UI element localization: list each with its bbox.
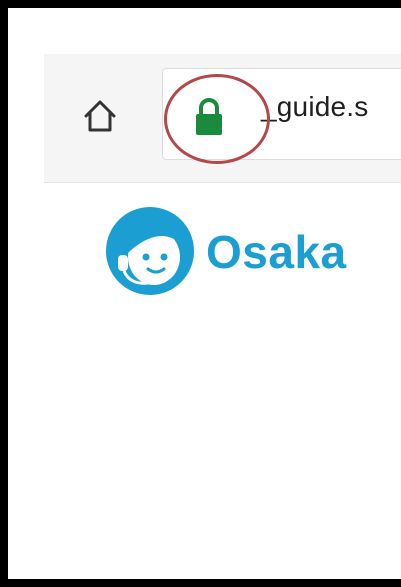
url-text[interactable]: _guide.s bbox=[261, 91, 368, 123]
browser-toolbar: _guide.s bbox=[44, 54, 401, 183]
support-agent-mascot-icon[interactable] bbox=[104, 205, 196, 297]
home-button[interactable] bbox=[76, 92, 124, 140]
home-icon bbox=[84, 100, 116, 132]
site-header: Osaka bbox=[44, 183, 401, 303]
site-logo-text[interactable]: Osaka bbox=[206, 225, 347, 279]
lock-icon[interactable] bbox=[193, 97, 225, 137]
screenshot-frame: _guide.s Osaka bbox=[0, 0, 401, 587]
address-bar[interactable]: _guide.s bbox=[162, 68, 401, 160]
